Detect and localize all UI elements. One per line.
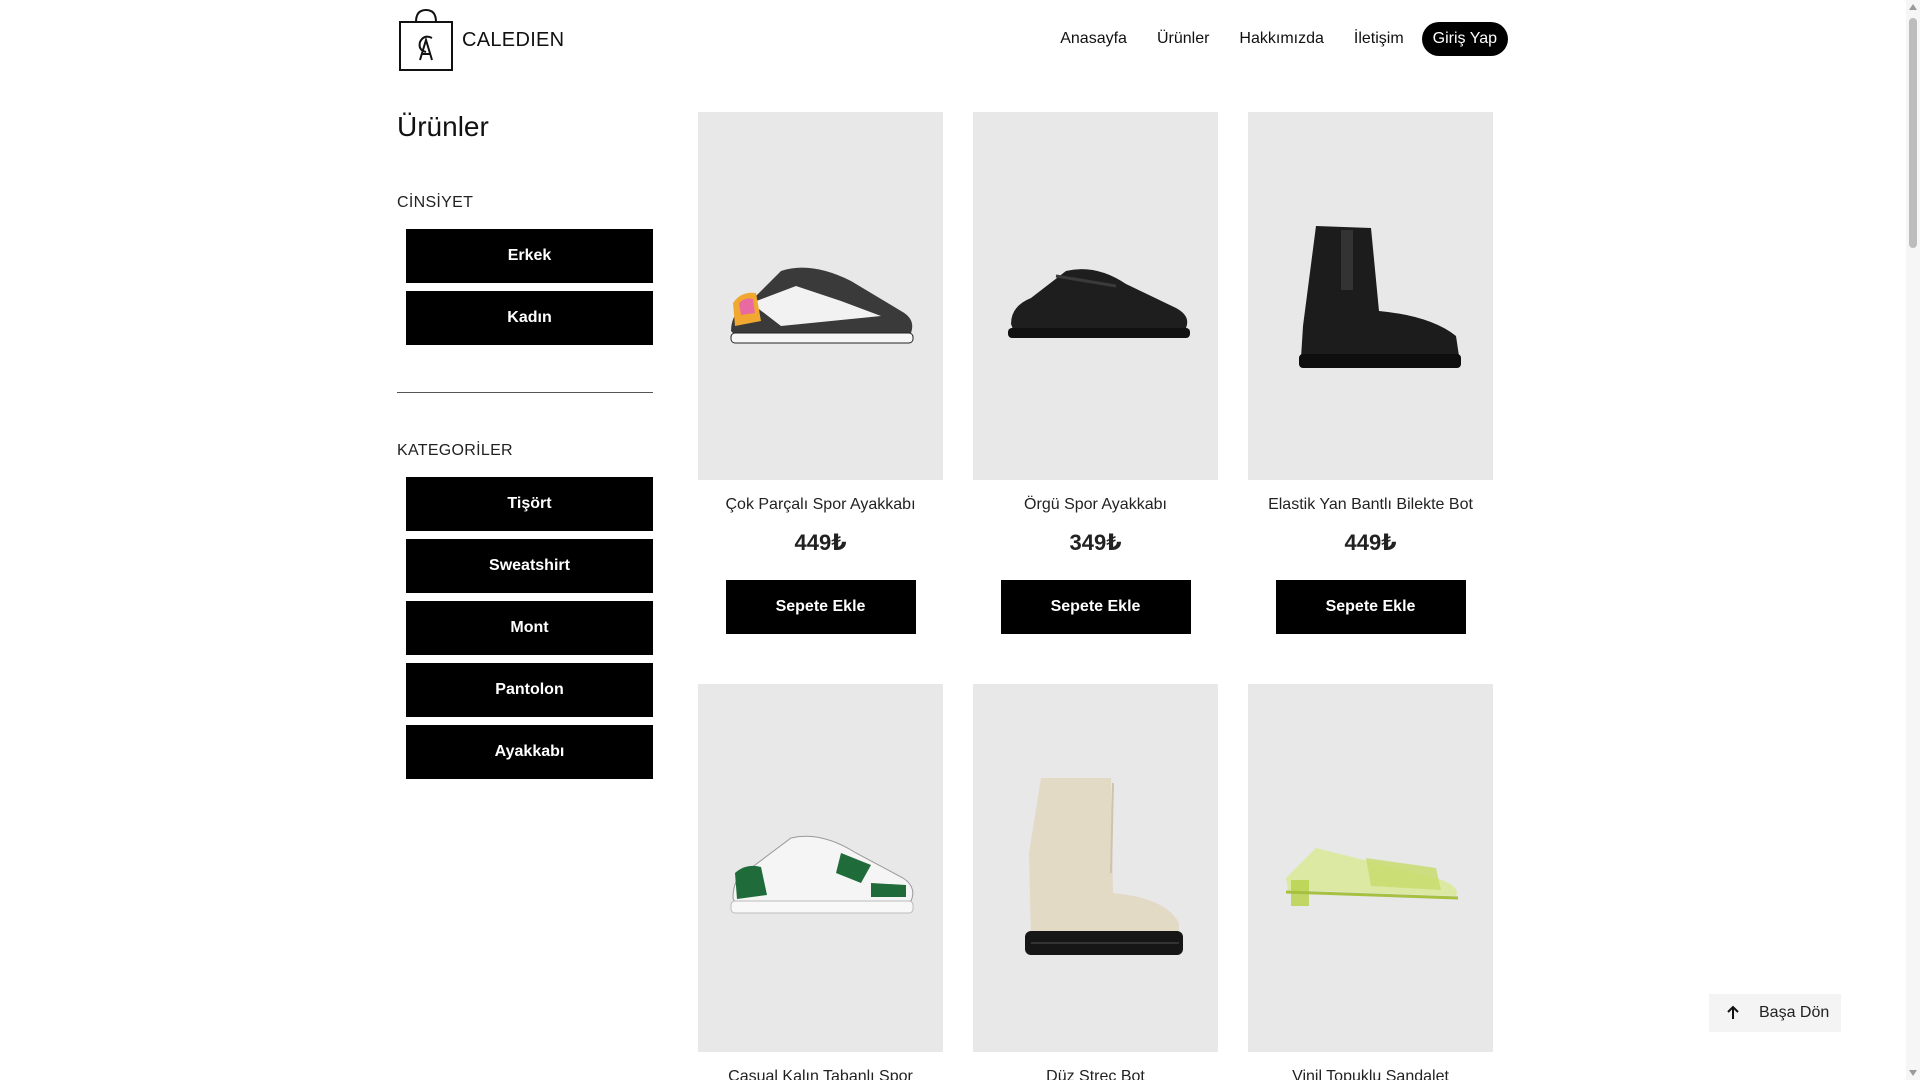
nav-link-products[interactable]: Ürünler — [1157, 30, 1209, 48]
category-tshirt-button[interactable]: Tişört — [406, 477, 653, 531]
page: CALEDIEN Anasayfa Ürünler Hakkımızda İle… — [0, 0, 1920, 1080]
add-to-cart-button[interactable]: Sepete Ekle — [1275, 580, 1466, 634]
nav-link-about[interactable]: Hakkımızda — [1239, 30, 1323, 48]
product-name: Düz Streç Bot — [1046, 1068, 1145, 1080]
product-name: Vinil Topuklu Sandalet — [1292, 1068, 1449, 1080]
page-title: Ürünler — [397, 111, 489, 142]
back-to-top-label: Başa Dön — [1759, 1004, 1830, 1021]
page-scrollbar[interactable] — [1906, 0, 1920, 1080]
product-price: 349₺ — [1069, 530, 1122, 555]
product-image[interactable] — [1248, 112, 1493, 480]
main-nav: Anasayfa Ürünler Hakkımızda İletişim Gir… — [1060, 22, 1508, 56]
arrow-up-icon — [1727, 1005, 1739, 1019]
category-sweatshirt-button[interactable]: Sweatshirt — [406, 539, 653, 593]
product-price: 449₺ — [794, 530, 847, 555]
product-name: Casual Kalın Tabanlı Spor — [728, 1068, 913, 1080]
boot-beige-icon — [1024, 778, 1183, 955]
product-card[interactable]: Vinil Topuklu Sandalet — [1248, 684, 1493, 1080]
product-image[interactable] — [698, 684, 943, 1052]
scroll-up-arrow-icon[interactable] — [1909, 4, 1917, 10]
product-card[interactable]: Düz Streç Bot — [973, 684, 1218, 1080]
product-image[interactable] — [973, 684, 1218, 1052]
product-card[interactable]: Örgü Spor Ayakkabı 349₺ Sepete Ekle — [973, 112, 1218, 634]
brand-name: CALEDIEN — [462, 28, 565, 51]
sneaker-multicolor-icon — [730, 267, 913, 344]
chelsea-boot-black-icon — [1298, 226, 1461, 368]
sneaker-green-white-icon — [730, 835, 913, 914]
product-image[interactable] — [973, 112, 1218, 480]
filter-gender-male-button[interactable]: Erkek — [406, 229, 653, 283]
shopping-bag-logo-icon — [399, 8, 453, 71]
product-name: Çok Parçalı Spor Ayakkabı — [725, 496, 916, 513]
product-card[interactable]: Çok Parçalı Spor Ayakkabı 449₺ Sepete Ek… — [698, 112, 943, 634]
product-image[interactable] — [1248, 684, 1493, 1052]
add-to-cart-button[interactable]: Sepete Ekle — [1000, 580, 1191, 634]
sandal-lime-icon — [1285, 848, 1458, 906]
add-to-cart-button[interactable]: Sepete Ekle — [725, 580, 916, 634]
sidebar-divider — [397, 392, 653, 393]
scroll-down-arrow-icon[interactable] — [1909, 1070, 1917, 1076]
product-card[interactable]: Casual Kalın Tabanlı Spor — [698, 684, 943, 1080]
product-name: Örgü Spor Ayakkabı — [1024, 496, 1167, 513]
category-coat-button[interactable]: Mont — [406, 601, 653, 655]
category-pants-button[interactable]: Pantolon — [406, 663, 653, 717]
scrollbar-thumb[interactable] — [1909, 18, 1917, 248]
category-shoes-button[interactable]: Ayakkabı — [406, 725, 653, 779]
categories-section-label: KATEGORİLER — [397, 442, 513, 459]
sneaker-knit-black-icon — [1007, 269, 1190, 338]
nav-link-contact[interactable]: İletişim — [1354, 30, 1404, 48]
login-button[interactable]: Giriş Yap — [1421, 22, 1508, 56]
product-name: Elastik Yan Bantlı Bilekte Bot — [1268, 496, 1473, 513]
nav-link-home[interactable]: Anasayfa — [1060, 30, 1127, 48]
product-image[interactable] — [698, 112, 943, 480]
back-to-top-button[interactable]: Başa Dön — [1709, 994, 1841, 1032]
product-card[interactable]: Elastik Yan Bantlı Bilekte Bot 449₺ Sepe… — [1248, 112, 1493, 634]
product-price: 449₺ — [1344, 530, 1397, 555]
gender-section-label: CİNSİYET — [397, 194, 474, 211]
brand-logo[interactable]: CALEDIEN — [398, 8, 564, 72]
filter-gender-female-button[interactable]: Kadın — [406, 291, 653, 345]
